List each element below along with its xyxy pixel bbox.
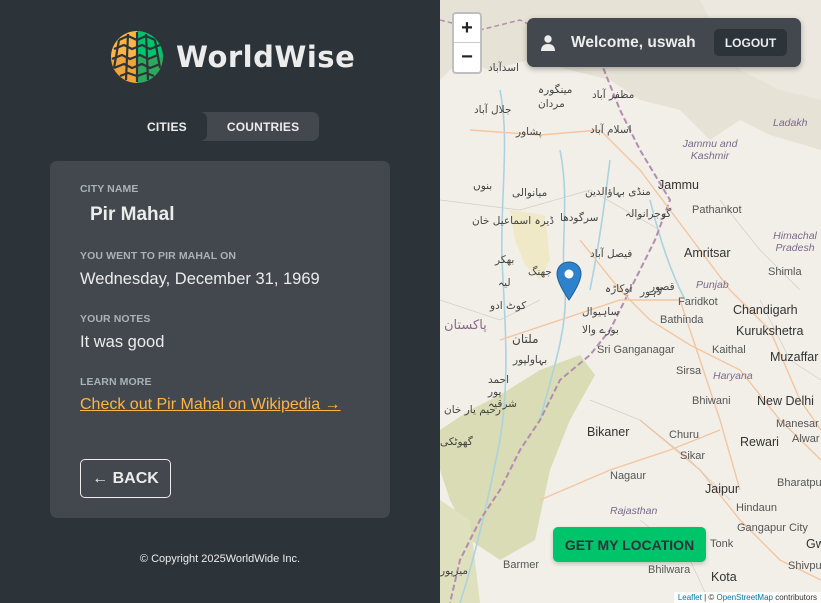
map-label: پشاور [516,126,542,138]
map-label: Chandigarh [733,303,798,317]
map-label: بھکر [495,254,515,266]
map-label: Manesar [776,418,819,430]
map-label: میانوالی [512,187,548,199]
map-label: احمد پور شرقیہ [488,374,517,410]
map-label: Churu [669,429,699,441]
map-label: ڈیرہ اسماعیل خان [472,215,554,227]
tab-countries[interactable]: COUNTRIES [207,112,319,141]
map-label: ملتان [512,332,539,346]
map-label: بنوں [473,180,493,192]
map-label: کوٹ ادو [490,300,527,312]
tab-bar: CITIES COUNTRIES [127,112,320,141]
notes-label: Your notes [80,313,151,325]
map-label: مینگورہ [538,84,573,96]
map-label: ساہیوال [582,306,620,318]
map-label: جھنگ [528,266,552,278]
map-label: قصور [650,281,675,293]
attribution-separator: | © [701,593,717,602]
get-location-button[interactable]: GET MY LOCATION [553,527,706,562]
map-label: Haryana [713,370,753,382]
city-name-row: Pir Mahal [80,204,360,226]
city-details-card: City name Pir Mahal You went to Pir Maha… [50,161,390,518]
map-label: Bathinda [660,314,704,326]
map-label: Shivpu [788,560,821,572]
map-label: Bharatpur [777,477,821,489]
map-attribution: Leaflet | © OpenStreetMap contributors [673,592,821,603]
map-label: Rajasthan [610,505,658,517]
map-label: Tonk [710,538,734,550]
map-label: Ladakh [773,117,808,129]
wikipedia-link[interactable]: Check out Pir Mahal on Wikipedia → [80,396,341,414]
map-label: مردان [538,98,565,110]
osm-link[interactable]: OpenStreetMap [716,593,772,602]
zoom-in-button[interactable]: + [454,14,480,43]
map-label: Jaipur [705,482,740,496]
globe-logo-icon [111,31,163,83]
map-label: Sri Ganganagar [597,344,675,356]
app-name: WorldWise [176,40,356,74]
map-label: مظفر آباد [592,89,635,101]
map-label: Himachal Pradesh [773,230,817,254]
map-label: اسلام آباد [590,124,632,136]
map-label: جلال آباد [474,104,512,116]
tab-cities[interactable]: CITIES [127,112,207,141]
map-label: بورے والا [582,324,619,336]
visited-date: Wednesday, December 31, 1969 [80,270,320,288]
map-label: Bikaner [587,425,630,439]
map-label: New Delhi [757,394,814,408]
city-name-label: City name [80,183,139,195]
map-marker-icon[interactable] [556,261,582,301]
visited-date-label: You went to Pir Mahal on [80,250,237,262]
user-panel: Welcome, uswah LOGOUT [527,18,801,67]
map-label: گوجرانوالہ [625,208,672,220]
map-label: Amritsar [684,246,731,260]
map-label: Faridkot [678,296,718,308]
map-label: میرپور [440,565,469,577]
user-icon [541,34,555,51]
sidebar: WorldWise CITIES COUNTRIES City name Pir… [0,0,440,603]
logo[interactable]: WorldWise [110,30,355,84]
map-label: Punjab [696,279,729,291]
map[interactable]: Jammu Pathankot Amritsar Shimla Chandiga… [440,0,821,603]
map-label: سرگودھا [560,212,599,224]
map-label: Hindaun [736,502,777,514]
map-label: Gangapur City [737,522,808,534]
map-label: اوکاڑہ [605,283,633,295]
leaflet-link[interactable]: Leaflet [678,593,702,602]
zoom-out-button[interactable]: − [454,43,480,72]
map-label: Nagaur [610,470,647,482]
back-button[interactable]: ← BACK [80,459,171,498]
attribution-tail: contributors [772,593,817,602]
map-label: گھوٹکی [440,436,473,448]
map-label: Sikar [680,450,706,462]
map-label: پاکستان [444,318,487,333]
map-label: فیصل آباد [590,248,633,260]
learn-more-label: Learn more [80,376,152,388]
map-label: Rewari [740,435,779,449]
map-label: اسدآباد [488,62,519,74]
copyright: © Copyright 2025WorldWide Inc. [139,553,301,565]
map-label: Barmer [503,559,540,571]
map-label: Muzaffar [770,350,819,364]
map-label: Alwar [792,433,820,445]
map-label: Pathankot [692,204,742,216]
notes-text: It was good [80,333,165,351]
map-label: Jammu and Kashmir [682,138,738,162]
map-label: بہاولپور [513,354,548,366]
map-label: منڈی بہاؤالدین [585,186,651,198]
map-label: Kota [711,570,737,584]
map-label: Sirsa [676,365,702,377]
map-label: Jammu [658,178,699,192]
city-name: Pir Mahal [90,204,175,225]
map-label: Kurukshetra [736,324,804,338]
map-label: Gw [806,537,821,551]
welcome-text: Welcome, uswah [571,33,696,51]
map-label: Kaithal [712,344,746,356]
zoom-control: + − [452,12,482,74]
map-label: Bhiwani [692,395,731,407]
map-label: لیہ [498,277,511,289]
map-label: Bhilwara [648,564,691,576]
logout-button[interactable]: LOGOUT [714,29,787,56]
map-label: Shimla [768,266,802,278]
